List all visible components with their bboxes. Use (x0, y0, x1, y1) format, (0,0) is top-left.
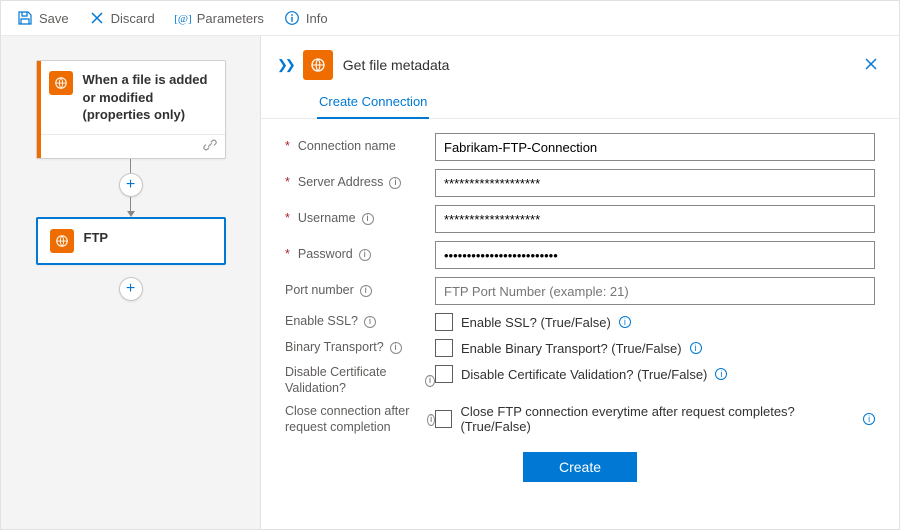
password-label: *Password i (285, 247, 435, 263)
workflow-canvas: When a file is added or modified (proper… (1, 36, 261, 529)
tab-create-connection[interactable]: Create Connection (317, 86, 429, 119)
info-icon[interactable]: i (389, 177, 401, 189)
info-label: Info (306, 11, 328, 26)
server-address-label: *Server Address i (285, 175, 435, 191)
password-input[interactable] (435, 241, 875, 269)
info-icon[interactable]: i (364, 316, 376, 328)
discard-label: Discard (111, 11, 155, 26)
ftp-icon (50, 229, 74, 253)
parameters-icon: [@] (175, 10, 191, 26)
link-icon (203, 138, 217, 155)
save-label: Save (39, 11, 69, 26)
parameters-button[interactable]: [@] Parameters (167, 6, 272, 30)
info-icon[interactable]: i (362, 213, 374, 225)
cert-check-label: Disable Certificate Validation? (True/Fa… (461, 367, 707, 382)
username-label: *Username i (285, 211, 435, 227)
binary-checkbox[interactable] (435, 339, 453, 357)
info-button[interactable]: Info (276, 6, 336, 30)
tab-row: Create Connection (261, 86, 899, 119)
add-step-button[interactable]: + (119, 173, 143, 197)
info-icon[interactable]: i (863, 413, 875, 425)
ssl-check-label: Enable SSL? (True/False) (461, 315, 611, 330)
close-icon (863, 56, 879, 72)
connector-arrow (127, 211, 135, 217)
parameters-label: Parameters (197, 11, 264, 26)
close-button[interactable] (863, 56, 879, 75)
info-icon[interactable]: i (690, 342, 702, 354)
add-step-button-2[interactable]: + (119, 277, 143, 301)
connector (130, 197, 131, 211)
cert-checkbox[interactable] (435, 365, 453, 383)
save-icon (17, 10, 33, 26)
closeconn-label: Close connection after request completio… (285, 404, 435, 435)
ftp-icon (49, 71, 73, 95)
collapse-icon[interactable]: ❯❯ (277, 57, 293, 73)
closeconn-check-label: Close FTP connection everytime after req… (460, 404, 855, 434)
panel-title: Get file metadata (343, 57, 450, 73)
connection-name-input[interactable] (435, 133, 875, 161)
binary-check-label: Enable Binary Transport? (True/False) (461, 341, 682, 356)
create-button[interactable]: Create (523, 452, 637, 482)
card-accent (37, 61, 41, 158)
info-icon[interactable]: i (619, 316, 631, 328)
toolbar: Save Discard [@] Parameters Info (1, 1, 899, 36)
ftp-icon (303, 50, 333, 80)
info-icon (284, 10, 300, 26)
username-input[interactable] (435, 205, 875, 233)
trigger-title: When a file is added or modified (proper… (83, 71, 213, 124)
connection-name-label: *Connection name (285, 139, 435, 155)
port-input[interactable] (435, 277, 875, 305)
info-icon[interactable]: i (425, 375, 435, 387)
ftp-action-title: FTP (84, 229, 109, 247)
svg-text:[@]: [@] (175, 13, 191, 25)
connector (130, 159, 131, 173)
closeconn-checkbox[interactable] (435, 410, 452, 428)
discard-icon (89, 10, 105, 26)
ssl-label: Enable SSL? i (285, 314, 435, 330)
ssl-checkbox[interactable] (435, 313, 453, 331)
binary-label: Binary Transport? i (285, 340, 435, 356)
discard-button[interactable]: Discard (81, 6, 163, 30)
save-button[interactable]: Save (9, 6, 77, 30)
info-icon[interactable]: i (715, 368, 727, 380)
connection-form: *Connection name *Server Address i *User… (261, 119, 899, 492)
cert-label: Disable Certificate Validation? i (285, 365, 435, 396)
server-address-input[interactable] (435, 169, 875, 197)
ftp-action-card[interactable]: FTP (36, 217, 226, 265)
info-icon[interactable]: i (427, 414, 435, 426)
info-icon[interactable]: i (360, 285, 372, 297)
info-icon[interactable]: i (359, 249, 371, 261)
details-panel: ❯❯ Get file metadata Create Connection *… (261, 36, 899, 529)
trigger-card[interactable]: When a file is added or modified (proper… (36, 60, 226, 159)
port-label: Port number i (285, 283, 435, 299)
info-icon[interactable]: i (390, 342, 402, 354)
